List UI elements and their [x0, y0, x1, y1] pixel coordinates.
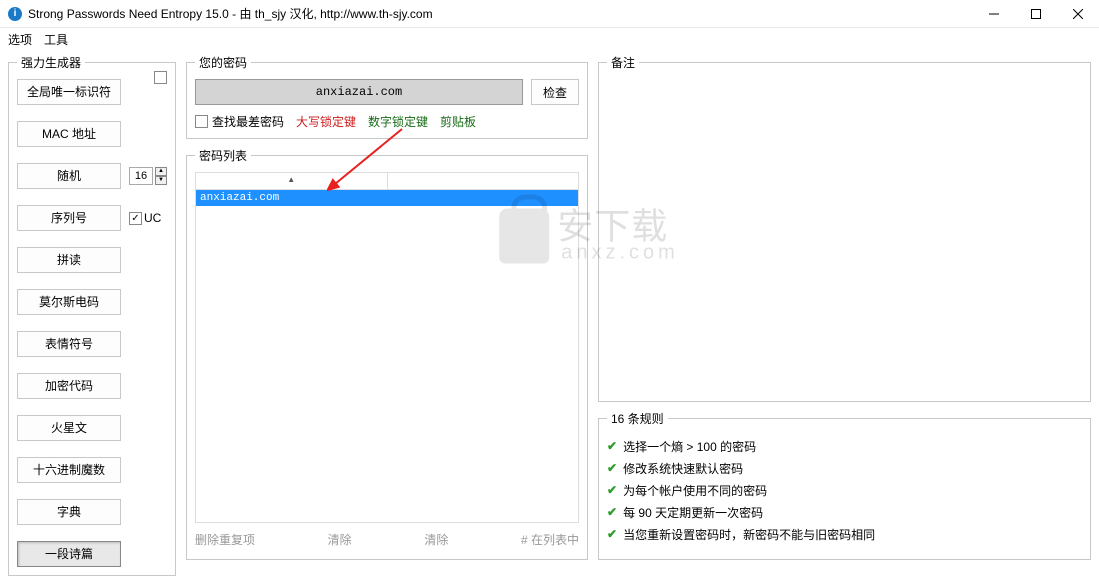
rule-item: ✔ 每 90 天定期更新一次密码: [607, 501, 1082, 523]
remove-duplicates-button[interactable]: 删除重复项: [195, 531, 255, 548]
rule-text: 每 90 天定期更新一次密码: [623, 504, 763, 521]
rule-item: ✔ 当您重新设置密码时，新密码不能与旧密码相同: [607, 523, 1082, 545]
maximize-button[interactable]: [1015, 0, 1057, 28]
clear-button-1[interactable]: 清除: [328, 531, 352, 548]
uc-label: UC: [144, 211, 161, 225]
menubar: 选项 工具: [0, 28, 1099, 50]
list-col-0[interactable]: ▲: [196, 173, 388, 189]
menu-options[interactable]: 选项: [8, 31, 32, 48]
gen-poem-button[interactable]: 一段诗篇: [17, 541, 121, 567]
gen-hexmagic-button[interactable]: 十六进制魔数: [17, 457, 121, 483]
generator-group: 强力生成器 全局唯一标识符 MAC 地址 随机 16 ▲ ▼ 序列号: [8, 54, 176, 576]
password-input[interactable]: [195, 79, 523, 105]
rule-text: 为每个帐户使用不同的密码: [623, 482, 767, 499]
window-title: Strong Passwords Need Entropy 15.0 - 由 t…: [28, 5, 973, 22]
numlock-indicator: 数字锁定键: [368, 113, 428, 130]
list-col-1[interactable]: [388, 173, 579, 189]
gen-guid-button[interactable]: 全局唯一标识符: [17, 79, 121, 105]
worst-password-label: 查找最差密码: [212, 113, 284, 130]
random-length-down[interactable]: ▼: [155, 176, 167, 185]
gen-random-button[interactable]: 随机: [17, 163, 121, 189]
gen-dict-button[interactable]: 字典: [17, 499, 121, 525]
password-list-group: 密码列表 ▲ anxiazai.com 删除重复项 清除 清除 # 在列表中: [186, 147, 588, 560]
uc-checkbox[interactable]: [129, 212, 142, 225]
gen-emoji-button[interactable]: 表情符号: [17, 331, 121, 357]
random-length-input[interactable]: 16: [129, 167, 153, 185]
app-icon: i: [8, 7, 22, 21]
rule-item: ✔ 为每个帐户使用不同的密码: [607, 479, 1082, 501]
capslock-indicator: 大写锁定键: [296, 113, 356, 130]
middle-panel: 您的密码 检查 查找最差密码 大写锁定键 数字锁定键 剪贴板 密码列表 ▲: [186, 54, 588, 560]
check-icon: ✔: [607, 483, 617, 497]
rules-group: 16 条规则 ✔ 选择一个熵 > 100 的密码 ✔ 修改系统快速默认密码 ✔ 为每个…: [598, 410, 1091, 560]
password-list-title: 密码列表: [195, 147, 251, 164]
close-button[interactable]: [1057, 0, 1099, 28]
password-title: 您的密码: [195, 54, 251, 71]
left-panel: 强力生成器 全局唯一标识符 MAC 地址 随机 16 ▲ ▼ 序列号: [8, 54, 176, 560]
gen-mac-button[interactable]: MAC 地址: [17, 121, 121, 147]
clipboard-indicator: 剪贴板: [440, 113, 476, 130]
list-header[interactable]: ▲: [195, 172, 579, 190]
check-icon: ✔: [607, 505, 617, 519]
rule-text: 当您重新设置密码时，新密码不能与旧密码相同: [623, 526, 875, 543]
window-controls: [973, 0, 1099, 28]
titlebar: i Strong Passwords Need Entropy 15.0 - 由…: [0, 0, 1099, 28]
clear-button-2[interactable]: 清除: [424, 531, 448, 548]
gen-pinyin-button[interactable]: 拼读: [17, 247, 121, 273]
gen-serial-button[interactable]: 序列号: [17, 205, 121, 231]
minimize-button[interactable]: [973, 0, 1015, 28]
check-icon: ✔: [607, 461, 617, 475]
notes-title: 备注: [607, 54, 639, 71]
rules-title: 16 条规则: [607, 410, 668, 427]
random-length-up[interactable]: ▲: [155, 167, 167, 176]
list-count-label: # 在列表中: [521, 531, 579, 548]
right-panel: 备注 安下载 anxz.com 16 条规则 ✔ 选择一个熵 > 100 的密码 …: [598, 54, 1091, 560]
gen-crypto-button[interactable]: 加密代码: [17, 373, 121, 399]
rule-item: ✔ 修改系统快速默认密码: [607, 457, 1082, 479]
gen-martian-button[interactable]: 火星文: [17, 415, 121, 441]
worst-password-checkbox[interactable]: [195, 115, 208, 128]
main-content: 强力生成器 全局唯一标识符 MAC 地址 随机 16 ▲ ▼ 序列号: [0, 50, 1099, 568]
gen-morse-button[interactable]: 莫尔斯电码: [17, 289, 121, 315]
generator-top-checkbox[interactable]: [154, 71, 167, 84]
notes-group: 备注 安下载 anxz.com: [598, 54, 1091, 402]
list-item[interactable]: anxiazai.com: [196, 190, 578, 206]
check-icon: ✔: [607, 439, 617, 453]
password-group: 您的密码 检查 查找最差密码 大写锁定键 数字锁定键 剪贴板: [186, 54, 588, 139]
list-body[interactable]: anxiazai.com: [195, 190, 579, 523]
rule-text: 选择一个熵 > 100 的密码: [623, 438, 756, 455]
check-icon: ✔: [607, 527, 617, 541]
generator-title: 强力生成器: [17, 54, 85, 71]
rule-item: ✔ 选择一个熵 > 100 的密码: [607, 435, 1082, 457]
rule-text: 修改系统快速默认密码: [623, 460, 743, 477]
check-button[interactable]: 检查: [531, 79, 579, 105]
menu-tools[interactable]: 工具: [44, 31, 68, 48]
